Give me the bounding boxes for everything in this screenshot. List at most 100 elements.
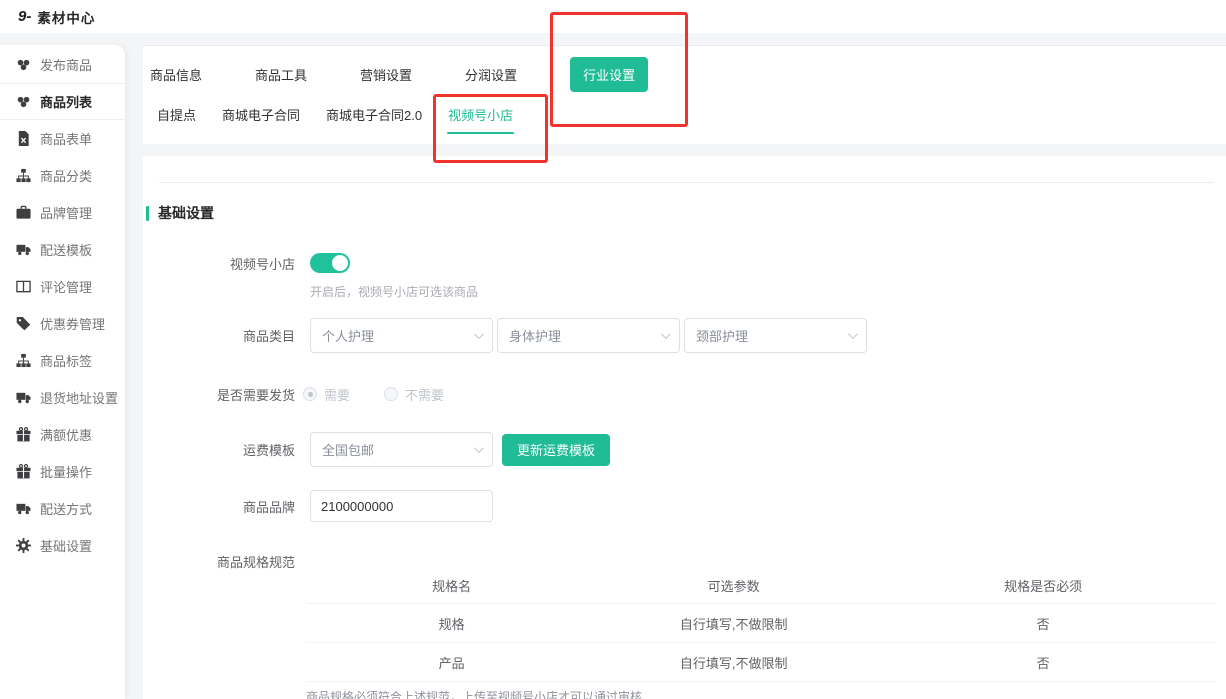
grapes-icon bbox=[16, 94, 31, 109]
sidebar-item-label: 商品标签 bbox=[40, 351, 92, 370]
sidebar-item-label: 满额优惠 bbox=[40, 425, 92, 444]
sidebar-item-delivery-method[interactable]: 配送方式 bbox=[0, 490, 125, 527]
spec-table: 规格名 可选参数 规格是否必须 规格 自行填写,不做限制 否 产品 自行填写,不… bbox=[306, 567, 1216, 699]
column-header: 规格是否必须 bbox=[870, 576, 1216, 595]
tabs-panel: 商品信息 商品工具 营销设置 分润设置 行业设置 自提点 商城电子合同 商城电子… bbox=[143, 45, 1226, 144]
column-header: 可选参数 bbox=[597, 576, 870, 595]
spec-required-cell: 否 bbox=[870, 614, 1216, 633]
app-logo-icon: 9- bbox=[18, 8, 31, 25]
need-shipping-radio-group: 需要 不需要 bbox=[303, 385, 444, 404]
sitemap-icon bbox=[16, 353, 31, 368]
sidebar-item-label: 退货地址设置 bbox=[40, 388, 118, 407]
radio-option-no-need[interactable]: 不需要 bbox=[384, 385, 444, 404]
briefcase-icon bbox=[16, 205, 31, 220]
chevron-down-icon bbox=[661, 329, 671, 339]
sidebar-item-label: 批量操作 bbox=[40, 462, 92, 481]
columns-icon bbox=[16, 279, 31, 294]
radio-selected-icon bbox=[303, 387, 317, 401]
sidebar-item-product-form[interactable]: 商品表单 bbox=[0, 120, 125, 157]
sidebar-item-full-discount[interactable]: 满额优惠 bbox=[0, 416, 125, 453]
sidebar-item-label: 品牌管理 bbox=[40, 203, 92, 222]
section-accent-bar bbox=[146, 206, 149, 221]
category-row: 商品类目 个人护理 身体护理 颈部护理 bbox=[143, 318, 867, 353]
spec-params-cell: 自行填写,不做限制 bbox=[597, 653, 870, 672]
tab-industry-settings[interactable]: 行业设置 bbox=[570, 57, 648, 92]
tag-icon bbox=[16, 316, 31, 331]
subtab-wechat-channels-shop[interactable]: 视频号小店 bbox=[448, 105, 513, 124]
gift-icon bbox=[16, 464, 31, 479]
page: 9- 素材中心 发布商品 商品列表 商品表单 商品分类 品牌管理 配送模板 bbox=[0, 0, 1226, 699]
brand-input[interactable] bbox=[310, 490, 493, 522]
spec-required-cell: 否 bbox=[870, 653, 1216, 672]
primary-tabs: 商品信息 商品工具 营销设置 分润设置 行业设置 bbox=[150, 59, 648, 89]
sidebar-item-label: 发布商品 bbox=[40, 55, 92, 74]
category-select-level2[interactable]: 身体护理 bbox=[497, 318, 680, 353]
chevron-down-icon bbox=[474, 329, 484, 339]
sidebar-item-publish-product[interactable]: 发布商品 bbox=[0, 46, 125, 83]
grapes-icon bbox=[16, 57, 31, 72]
channels-shop-label: 视频号小店 bbox=[143, 254, 295, 273]
spec-name-cell: 规格 bbox=[306, 614, 597, 633]
subtab-mall-e-contract-2[interactable]: 商城电子合同2.0 bbox=[326, 105, 422, 124]
section-header: 基础设置 bbox=[146, 203, 214, 223]
need-shipping-row: 是否需要发货 需要 不需要 bbox=[143, 384, 444, 404]
freight-template-select[interactable]: 全国包邮 bbox=[310, 432, 493, 467]
freight-template-row: 运费模板 全国包邮 更新运费模板 bbox=[143, 432, 610, 467]
update-freight-template-button[interactable]: 更新运费模板 bbox=[502, 434, 610, 466]
sitemap-icon bbox=[16, 168, 31, 183]
channels-shop-toggle[interactable] bbox=[310, 253, 350, 273]
sidebar-item-label: 评论管理 bbox=[40, 277, 92, 296]
brand-row: 商品品牌 bbox=[143, 490, 493, 522]
category-label: 商品类目 bbox=[143, 326, 295, 345]
sidebar-item-delivery-template[interactable]: 配送模板 bbox=[0, 231, 125, 268]
freight-template-label: 运费模板 bbox=[143, 440, 295, 459]
app-title: 素材中心 bbox=[37, 7, 95, 27]
chevron-down-icon bbox=[848, 329, 858, 339]
category-select-level3[interactable]: 颈部护理 bbox=[684, 318, 867, 353]
subtab-mall-e-contract[interactable]: 商城电子合同 bbox=[222, 105, 300, 124]
tab-product-info[interactable]: 商品信息 bbox=[150, 65, 202, 84]
sidebar-item-label: 商品列表 bbox=[40, 92, 92, 111]
gear-icon bbox=[16, 538, 31, 553]
channels-shop-helper-text: 开启后，视频号小店可选该商品 bbox=[310, 283, 478, 300]
sidebar-item-label: 基础设置 bbox=[40, 536, 92, 555]
tab-product-tools[interactable]: 商品工具 bbox=[255, 65, 307, 84]
sidebar: 发布商品 商品列表 商品表单 商品分类 品牌管理 配送模板 评论管理 优惠券管 bbox=[0, 45, 125, 699]
section-title: 基础设置 bbox=[158, 203, 214, 223]
app-header: 9- 素材中心 bbox=[0, 0, 1226, 33]
file-excel-icon bbox=[16, 131, 31, 146]
channels-shop-row: 视频号小店 bbox=[143, 253, 350, 273]
need-shipping-label: 是否需要发货 bbox=[143, 385, 295, 404]
sidebar-item-product-category[interactable]: 商品分类 bbox=[0, 157, 125, 194]
sidebar-item-brand-management[interactable]: 品牌管理 bbox=[0, 194, 125, 231]
category-select-level1[interactable]: 个人护理 bbox=[310, 318, 493, 353]
truck-icon bbox=[16, 242, 31, 257]
brand-label: 商品品牌 bbox=[143, 497, 295, 516]
sidebar-item-return-address-settings[interactable]: 退货地址设置 bbox=[0, 379, 125, 416]
radio-option-need[interactable]: 需要 bbox=[303, 385, 350, 404]
sidebar-item-label: 商品分类 bbox=[40, 166, 92, 185]
tab-marketing-settings[interactable]: 营销设置 bbox=[360, 65, 412, 84]
secondary-tabs: 自提点 商城电子合同 商城电子合同2.0 视频号小店 bbox=[157, 104, 513, 124]
spec-table-note: 商品规格必须符合上述规范，上传至视频号小店才可以通过审核 bbox=[306, 681, 1216, 699]
chevron-down-icon bbox=[474, 443, 484, 453]
sidebar-item-product-tags[interactable]: 商品标签 bbox=[0, 342, 125, 379]
sidebar-item-review-management[interactable]: 评论管理 bbox=[0, 268, 125, 305]
content-divider bbox=[159, 182, 1214, 183]
sidebar-item-product-list[interactable]: 商品列表 bbox=[0, 83, 125, 120]
sidebar-item-coupon-management[interactable]: 优惠券管理 bbox=[0, 305, 125, 342]
sidebar-item-basic-settings[interactable]: 基础设置 bbox=[0, 527, 125, 564]
table-row: 规格 自行填写,不做限制 否 bbox=[306, 603, 1216, 642]
radio-unselected-icon bbox=[384, 387, 398, 401]
sidebar-item-batch-operations[interactable]: 批量操作 bbox=[0, 453, 125, 490]
tab-profit-sharing-settings[interactable]: 分润设置 bbox=[465, 65, 517, 84]
truck-icon bbox=[16, 390, 31, 405]
spec-params-cell: 自行填写,不做限制 bbox=[597, 614, 870, 633]
sidebar-item-label: 商品表单 bbox=[40, 129, 92, 148]
sidebar-item-label: 配送模板 bbox=[40, 240, 92, 259]
radio-option-label: 不需要 bbox=[405, 385, 444, 404]
subtab-self-pickup-point[interactable]: 自提点 bbox=[157, 105, 196, 124]
gift-icon bbox=[16, 427, 31, 442]
table-row: 产品 自行填写,不做限制 否 bbox=[306, 642, 1216, 681]
radio-option-label: 需要 bbox=[324, 385, 350, 404]
